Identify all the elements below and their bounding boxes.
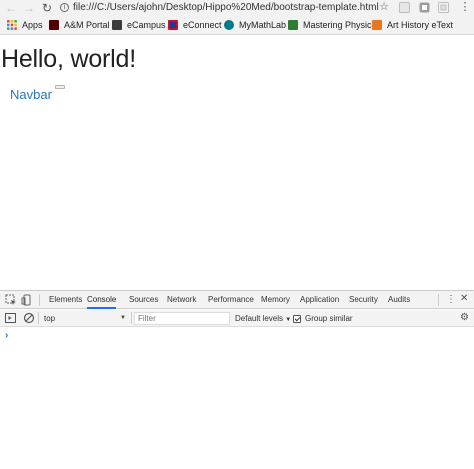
tab-network[interactable]: Network	[167, 291, 196, 309]
checkbox-checked-icon[interactable]	[293, 314, 301, 323]
dropdown-arrow-icon: ▼	[120, 315, 126, 321]
bookmark-label: eCampus	[127, 20, 166, 30]
gear-icon[interactable]: ⚙	[460, 312, 469, 323]
filter-input[interactable]	[134, 312, 230, 325]
bookmark-am-portal[interactable]: A&M Portal	[49, 18, 110, 32]
bookmark-label: MyMathLab	[239, 20, 287, 30]
bookmark-star-icon[interactable]: ☆	[377, 0, 391, 15]
levels-label: Default levels	[235, 314, 284, 323]
reload-icon[interactable]: ↻	[40, 0, 54, 15]
divider	[131, 312, 132, 324]
econnect-icon	[168, 20, 178, 30]
devtools-panel: Elements Console Sources Network Perform…	[0, 290, 474, 468]
tab-sources[interactable]: Sources	[129, 291, 158, 309]
dropdown-arrow-icon: ▼	[285, 317, 292, 323]
bookmark-apps[interactable]: Apps	[7, 18, 43, 32]
bookmark-ecampus[interactable]: eCampus	[112, 18, 166, 32]
browser-toolbar: ← → ↻ i file:///C:/Users/ajohn/Desktop/H…	[0, 0, 474, 15]
tab-console[interactable]: Console	[87, 291, 117, 309]
mastering-icon	[288, 20, 298, 30]
clear-console-icon[interactable]	[23, 312, 35, 324]
tab-audits[interactable]: Audits	[388, 291, 410, 309]
bookmark-art-history-etext[interactable]: Art History eText	[372, 18, 453, 32]
extension-icon[interactable]	[399, 2, 410, 13]
show-sidebar-icon[interactable]	[5, 312, 17, 324]
device-toolbar-icon[interactable]	[21, 294, 33, 306]
bookmark-label: Art History eText	[387, 20, 454, 30]
context-selector[interactable]: top ▼	[41, 312, 129, 325]
tab-memory[interactable]: Memory	[261, 291, 290, 309]
group-similar-checkbox[interactable]: Group similar	[293, 312, 353, 325]
menu-icon[interactable]: ⋮	[458, 0, 472, 15]
navbar-brand-link[interactable]: Navbar	[10, 87, 52, 102]
console-prompt-icon[interactable]: ›	[5, 330, 8, 341]
tab-performance[interactable]: Performance	[208, 291, 254, 309]
bookmark-label: Mastering Physics	[303, 20, 377, 30]
navbar: Navbar	[0, 80, 474, 110]
bookmark-label: Apps	[22, 20, 43, 30]
address-bar[interactable]: i file:///C:/Users/ajohn/Desktop/Hippo%2…	[60, 0, 400, 15]
page-heading: Hello, world!	[1, 45, 136, 73]
extension-2-icon[interactable]	[419, 2, 430, 13]
navbar-toggler-button[interactable]	[55, 85, 65, 89]
inspect-element-icon[interactable]	[5, 294, 17, 306]
tab-application[interactable]: Application	[300, 291, 339, 309]
more-options-icon[interactable]: ⋮	[446, 294, 456, 306]
bookmark-label: eConnect	[183, 20, 222, 30]
divider	[39, 294, 40, 306]
etext-icon	[372, 20, 382, 30]
close-icon[interactable]: ✕	[460, 293, 468, 304]
tab-elements[interactable]: Elements	[49, 291, 82, 309]
group-similar-label: Group similar	[305, 314, 353, 323]
url-text[interactable]: file:///C:/Users/ajohn/Desktop/Hippo%20M…	[73, 2, 379, 13]
console-toolbar: top ▼ Default levels ▼ Group similar ⚙	[0, 310, 474, 327]
bookmarks-bar: Apps A&M Portal eCampus eConnect MyMathL…	[0, 15, 474, 35]
devtools-tabbar: Elements Console Sources Network Perform…	[0, 291, 474, 309]
back-icon[interactable]: ←	[4, 0, 18, 15]
mymathlab-icon	[224, 20, 234, 30]
bookmark-mymathlab[interactable]: MyMathLab	[224, 18, 286, 32]
page-viewport: Hello, world! Navbar	[0, 36, 474, 290]
tamu-icon	[49, 20, 59, 30]
console-output[interactable]: ›	[0, 327, 474, 469]
bookmark-econnect[interactable]: eConnect	[168, 18, 222, 32]
divider	[38, 312, 39, 324]
info-icon[interactable]: i	[60, 3, 69, 12]
bookmark-mastering-physics[interactable]: Mastering Physics	[288, 18, 376, 32]
apps-grid-icon	[7, 20, 17, 30]
log-levels-dropdown[interactable]: Default levels ▼	[235, 312, 291, 325]
divider	[438, 294, 439, 306]
context-value: top	[44, 314, 56, 323]
bookmark-label: A&M Portal	[64, 20, 110, 30]
extension-3-icon[interactable]	[438, 2, 449, 13]
forward-icon[interactable]: →	[22, 0, 36, 15]
tab-security[interactable]: Security	[349, 291, 378, 309]
ecampus-icon	[112, 20, 122, 30]
